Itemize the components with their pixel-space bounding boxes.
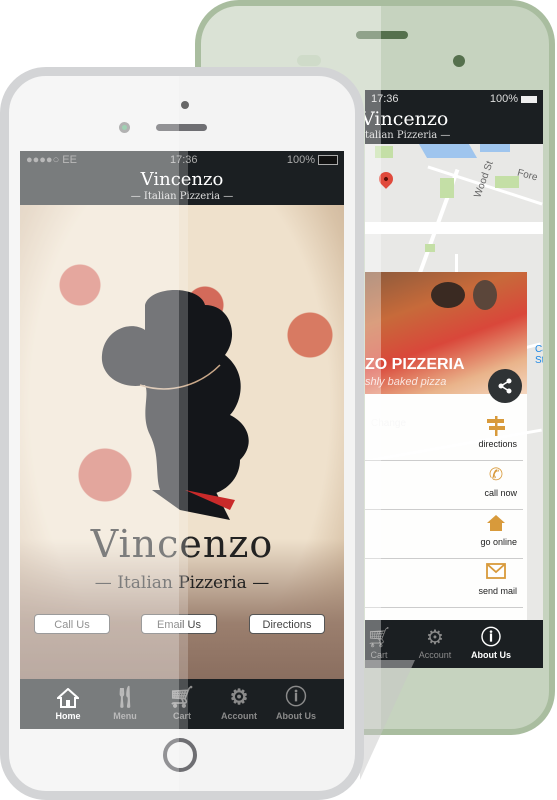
map-label: Wood St <box>472 159 496 200</box>
battery-icon <box>318 155 338 166</box>
nav-label: Account <box>418 650 452 660</box>
action-label: directions <box>478 439 517 449</box>
map-label: Cannon St <box>535 344 543 366</box>
share-button[interactable] <box>488 369 522 403</box>
status-bar: 17:36 100% <box>365 90 543 108</box>
phone-icon: ✆ <box>488 465 504 484</box>
info-icon: ⓘ <box>285 686 307 709</box>
mail-icon <box>485 563 507 583</box>
front-camera <box>453 55 465 67</box>
battery-icon <box>521 95 537 103</box>
battery-indicator: 100% <box>287 154 338 166</box>
restaurant-card: ZO PIZZERIA shly baked pizza directions … <box>365 272 527 620</box>
back-phone-screen: Wood St Fore Cannon St Change ZO PIZZERI… <box>365 90 543 668</box>
map-label: Fore <box>515 167 539 184</box>
gear-icon: ⚙ <box>426 627 444 649</box>
gear-icon: ⚙ <box>229 686 249 709</box>
battery-indicator: 100% <box>490 93 537 105</box>
nav-label: Account <box>221 711 257 721</box>
share-icon <box>498 378 512 394</box>
action-directions[interactable]: directions <box>365 412 523 461</box>
action-call-now[interactable]: ✆ call now <box>365 461 523 510</box>
nav-label: About Us <box>276 711 316 721</box>
app-header: Vincenzo Italian Pizzeria — <box>365 108 543 144</box>
phone-shadow <box>360 660 415 780</box>
action-label: send mail <box>478 586 517 596</box>
home-icon <box>485 514 507 534</box>
signpost-icon <box>485 416 507 436</box>
front-phone-mockup: Vincenzo — Italian Pizzeria — ●●●●○ EE 1… <box>0 67 364 800</box>
nav-about-us[interactable]: ⓘ About Us <box>267 685 325 721</box>
glass-reflection <box>9 76 179 791</box>
nav-account[interactable]: ⚙ Account <box>210 685 268 721</box>
nav-account[interactable]: ⚙ Account <box>407 626 463 660</box>
nav-about-us[interactable]: ⓘ About Us <box>463 626 519 660</box>
directions-button[interactable]: Directions <box>249 614 325 634</box>
action-label: call now <box>484 488 517 498</box>
nav-label: About Us <box>471 650 511 660</box>
front-camera <box>181 101 189 109</box>
action-go-online[interactable]: go online <box>365 510 523 559</box>
action-send-mail[interactable]: send mail <box>365 559 523 608</box>
info-icon: ⓘ <box>481 627 501 649</box>
action-label: go online <box>480 537 517 547</box>
